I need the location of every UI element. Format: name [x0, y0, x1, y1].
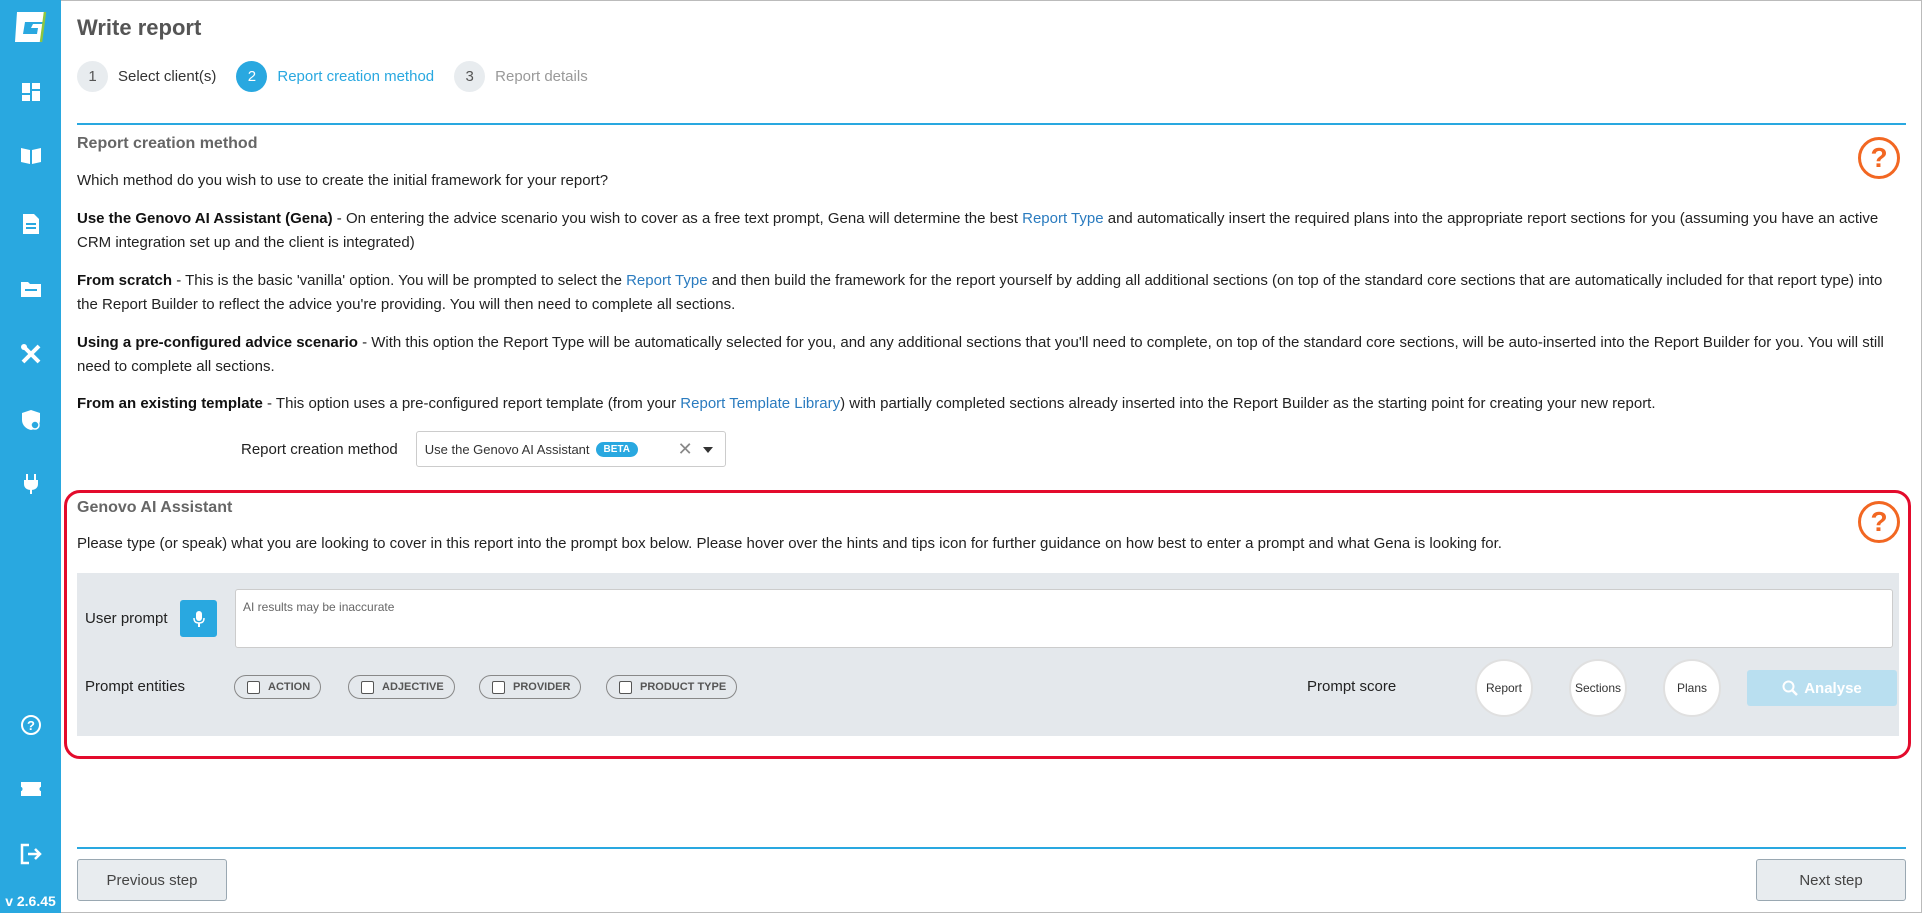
analyse-button[interactable]: Analyse	[1747, 670, 1897, 706]
report-creation-method-label: Report creation method	[241, 440, 398, 458]
next-step-button[interactable]: Next step	[1756, 859, 1906, 901]
footer-divider	[77, 847, 1906, 849]
step-number: 3	[454, 61, 486, 92]
previous-step-button[interactable]: Previous step	[77, 859, 227, 901]
report-creation-method-select[interactable]: Use the Genovo AI Assistant BETA ✕	[415, 431, 726, 467]
tools-icon[interactable]	[19, 342, 43, 366]
book-icon[interactable]	[19, 143, 43, 167]
main-content: Write report 1 Select client(s) 2 Report…	[61, 0, 1922, 913]
section-title-report-creation-method: Report creation method	[77, 135, 258, 152]
svg-text:?: ?	[27, 718, 35, 733]
score-sections: Sections	[1569, 659, 1627, 717]
entity-chip-action[interactable]: ACTION	[234, 675, 322, 699]
report-type-link[interactable]: Report Type	[626, 272, 707, 289]
score-report: Report	[1475, 659, 1533, 717]
step-report-details[interactable]: 3 Report details	[454, 61, 588, 92]
method-option-scratch: From scratch - This is the basic 'vanill…	[77, 269, 1907, 317]
help-circle-icon[interactable]: ?	[19, 713, 43, 737]
score-plans: Plans	[1663, 659, 1721, 717]
entity-label: ACTION	[268, 681, 311, 693]
step-number: 2	[236, 61, 268, 92]
option-text: - This option uses a pre-configured repo…	[262, 395, 681, 412]
select-value: Use the Genovo AI Assistant	[424, 441, 590, 457]
sidebar: ? v 2.6.45	[0, 0, 61, 913]
checkbox-icon	[247, 680, 260, 694]
ai-assistant-description: Please type (or speak) what you are look…	[77, 535, 1502, 552]
page-title: Write report	[77, 15, 202, 40]
entity-chip-adjective[interactable]: ADJECTIVE	[348, 675, 455, 699]
method-intro: Which method do you wish to use to creat…	[77, 172, 609, 189]
document-icon[interactable]	[19, 212, 43, 236]
dashboard-icon[interactable]	[19, 80, 43, 104]
folder-icon[interactable]	[19, 277, 43, 301]
prompt-score-label: Prompt score	[1307, 678, 1397, 695]
beta-badge: BETA	[595, 441, 639, 457]
option-title: From an existing template	[77, 395, 263, 412]
section-divider	[77, 123, 1906, 125]
prompt-panel: User prompt Prompt entities ACTION ADJEC…	[77, 573, 1899, 736]
entity-chip-provider[interactable]: PROVIDER	[479, 675, 582, 699]
report-type-link[interactable]: Report Type	[1022, 210, 1103, 227]
step-select-clients[interactable]: 1 Select client(s)	[77, 61, 216, 92]
entity-label: ADJECTIVE	[382, 681, 444, 693]
prompt-entities-label: Prompt entities	[85, 678, 186, 695]
report-template-library-link[interactable]: Report Template Library	[680, 395, 840, 412]
option-title: Use the Genovo AI Assistant (Gena)	[77, 210, 333, 227]
report-creation-method-row: Report creation method Use the Genovo AI…	[241, 431, 726, 467]
microphone-icon	[192, 610, 205, 627]
stepper: 1 Select client(s) 2 Report creation met…	[77, 61, 608, 92]
version-label: v 2.6.45	[5, 893, 56, 909]
ticket-icon[interactable]	[19, 777, 43, 801]
option-title: From scratch	[77, 272, 173, 289]
step-report-creation-method[interactable]: 2 Report creation method	[236, 61, 434, 92]
option-title: Using a pre-configured advice scenario	[77, 334, 358, 351]
genovo-logo-icon[interactable]	[11, 8, 49, 46]
logout-icon[interactable]	[19, 842, 43, 866]
entity-label: PROVIDER	[513, 681, 571, 693]
method-option-gena: Use the Genovo AI Assistant (Gena) - On …	[77, 207, 1907, 255]
entity-chip-product-type[interactable]: PRODUCT TYPE	[606, 675, 738, 699]
analyse-label: Analyse	[1804, 679, 1862, 697]
checkbox-icon	[361, 680, 374, 694]
help-icon[interactable]: ?	[1858, 501, 1900, 543]
entity-label: PRODUCT TYPE	[640, 681, 727, 693]
step-label: Report details	[495, 68, 588, 85]
user-prompt-label: User prompt	[85, 610, 168, 627]
method-option-preconfigured: Using a pre-configured advice scenario -…	[77, 331, 1907, 379]
section-title-genovo-ai-assistant: Genovo AI Assistant	[77, 499, 233, 516]
checkbox-icon	[492, 680, 505, 694]
shield-icon[interactable]	[19, 408, 43, 432]
option-text: ) with partially completed sections alre…	[840, 395, 1656, 412]
step-number: 1	[77, 61, 108, 92]
chevron-down-icon[interactable]	[702, 447, 713, 453]
option-text: - On entering the advice scenario you wi…	[332, 210, 1023, 227]
user-prompt-input[interactable]	[235, 589, 1893, 648]
checkbox-icon	[619, 680, 632, 694]
microphone-button[interactable]	[180, 600, 217, 637]
clear-icon[interactable]: ✕	[678, 439, 693, 460]
option-text: - This is the basic 'vanilla' option. Yo…	[172, 272, 627, 289]
step-label: Select client(s)	[118, 68, 217, 85]
method-option-template: From an existing template - This option …	[77, 392, 1907, 416]
plug-icon[interactable]	[19, 472, 43, 496]
search-icon	[1782, 680, 1799, 696]
step-label: Report creation method	[277, 68, 435, 85]
